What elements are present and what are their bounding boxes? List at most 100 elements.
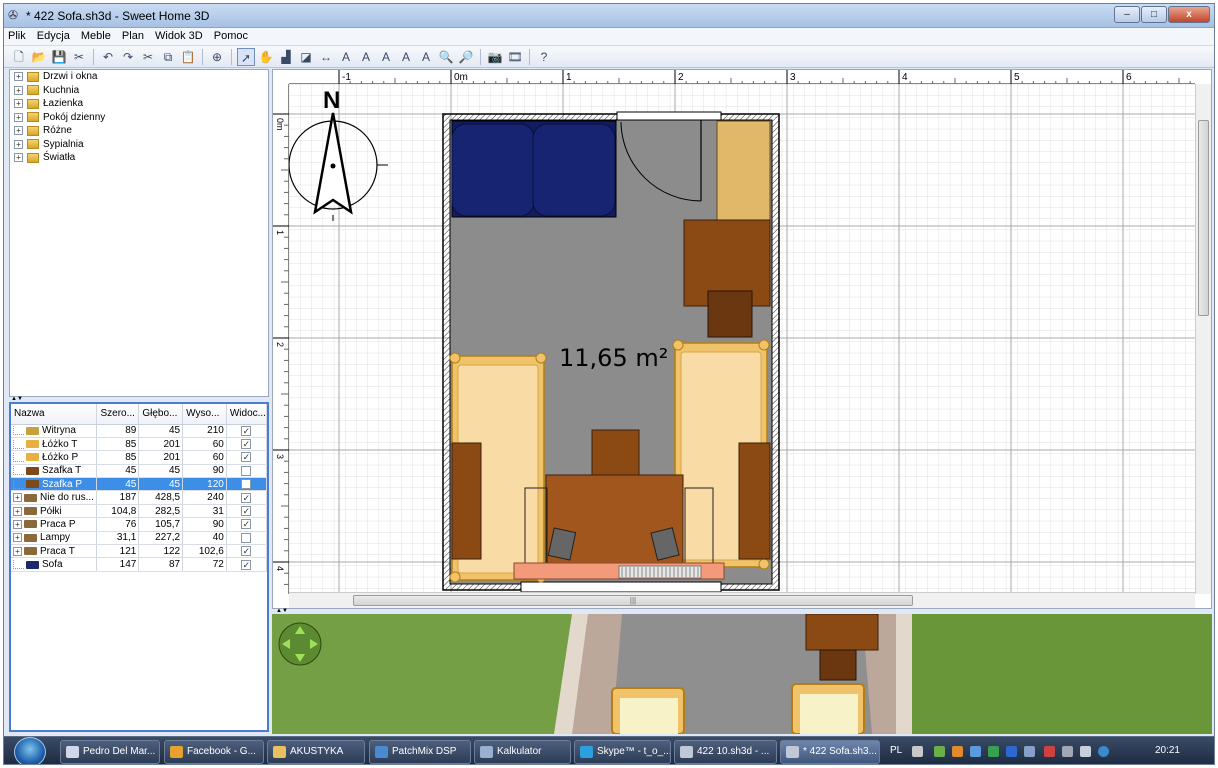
taskbar-button[interactable]: Skype™ - t_o_...: [574, 740, 671, 764]
shelf-right[interactable]: [738, 442, 771, 560]
visible-checkbox[interactable]: ✓: [241, 519, 252, 530]
expand-icon[interactable]: +: [13, 506, 22, 516]
chair-center[interactable]: [591, 429, 640, 477]
visible-checkbox[interactable]: [241, 479, 252, 490]
taskbar-button[interactable]: PatchMix DSP: [369, 740, 471, 764]
create-walls-icon[interactable]: ▟: [277, 48, 295, 66]
expand-icon[interactable]: +: [13, 546, 22, 556]
start-button[interactable]: [14, 737, 46, 764]
plan-vertical-scrollbar[interactable]: [1195, 84, 1211, 594]
create-rooms-icon[interactable]: ◪: [297, 48, 315, 66]
pan-hand-icon[interactable]: ✋: [257, 48, 275, 66]
window-bottom[interactable]: [520, 581, 722, 593]
video-icon[interactable]: 🎞: [506, 48, 524, 66]
navigation-arrows[interactable]: [278, 622, 322, 666]
sofa[interactable]: [451, 120, 617, 218]
title-bar[interactable]: ✇ * 422 Sofa.sh3d - Sweet Home 3D – □ x: [4, 4, 1214, 28]
catalog-category[interactable]: + Łazienka: [10, 97, 268, 111]
plan-horizontal-scrollbar[interactable]: |||: [289, 592, 1195, 608]
table-row[interactable]: Witryna 89 45 210 ✓: [11, 424, 268, 438]
table-row[interactable]: Szafka T 45 45 90: [11, 464, 268, 479]
catalog-category[interactable]: + Drzwi i okna: [10, 70, 268, 84]
tray-app-icon[interactable]: [970, 746, 981, 757]
paste-icon[interactable]: 📋: [179, 48, 197, 66]
clock[interactable]: 20:21: [1155, 740, 1180, 762]
visible-checkbox[interactable]: ✓: [241, 546, 252, 557]
column-header-visible[interactable]: Widoc...: [226, 404, 268, 425]
plan-view[interactable]: -1 0m 1 2 3 4 5 6 0m 1 2 3 4 N 11,65 m² …: [272, 69, 1212, 609]
expand-icon[interactable]: +: [14, 153, 23, 163]
visible-checkbox[interactable]: [241, 465, 252, 476]
visible-checkbox[interactable]: ✓: [241, 492, 252, 503]
action-center-icon[interactable]: [1044, 746, 1055, 757]
expand-icon[interactable]: +: [14, 72, 23, 82]
window-top[interactable]: [616, 111, 722, 121]
visible-checkbox[interactable]: [241, 532, 252, 543]
close-button[interactable]: x: [1168, 6, 1210, 23]
undo-icon[interactable]: ↶: [99, 48, 117, 66]
maximize-button[interactable]: □: [1141, 6, 1167, 23]
3d-view[interactable]: [272, 614, 1212, 734]
tray-app-icon[interactable]: [1024, 746, 1035, 757]
display-cabinet[interactable]: [716, 120, 771, 221]
shelf-left[interactable]: [451, 442, 482, 560]
keyboard-icon[interactable]: [912, 746, 923, 757]
expand-icon[interactable]: +: [13, 493, 22, 503]
plan-vertical-scroll-thumb[interactable]: [1198, 120, 1209, 316]
table-row[interactable]: Szafka P 45 45 120: [11, 477, 268, 492]
open-icon[interactable]: 📂: [30, 48, 48, 66]
table-row[interactable]: + Praca P 76 105,7 90 ✓: [11, 517, 268, 532]
catalog-category[interactable]: + Światła: [10, 151, 268, 165]
menu-meble[interactable]: Meble: [77, 28, 115, 42]
cut-icon[interactable]: ✂: [139, 48, 157, 66]
visible-checkbox[interactable]: ✓: [241, 452, 252, 463]
catalog-category[interactable]: + Różne: [10, 124, 268, 138]
language-indicator[interactable]: PL: [890, 740, 902, 762]
menu-pomoc[interactable]: Pomoc: [210, 28, 252, 42]
taskbar-button[interactable]: Facebook - G...: [164, 740, 264, 764]
menu-edycja[interactable]: Edycja: [33, 28, 74, 42]
expand-icon[interactable]: +: [14, 139, 23, 149]
save-icon[interactable]: 💾: [50, 48, 68, 66]
taskbar-button[interactable]: * 422 Sofa.sh3...: [780, 740, 880, 764]
plan-canvas[interactable]: N 11,65 m²: [289, 84, 1195, 594]
volume-icon[interactable]: [1080, 746, 1091, 757]
chair-right[interactable]: [707, 290, 753, 338]
photo-icon[interactable]: 📷: [486, 48, 504, 66]
zoom-in-icon[interactable]: 🔍: [437, 48, 455, 66]
copy-icon[interactable]: ⧉: [159, 48, 177, 66]
create-dimensions-icon[interactable]: ↔: [317, 48, 335, 66]
expand-icon[interactable]: +: [13, 533, 22, 543]
expand-icon[interactable]: +: [14, 85, 23, 95]
add-furniture-icon[interactable]: ⊕: [208, 48, 226, 66]
catalog-category[interactable]: + Pokój dzienny: [10, 111, 268, 125]
visible-checkbox[interactable]: ✓: [241, 439, 252, 450]
expand-icon[interactable]: +: [14, 126, 23, 136]
visible-checkbox[interactable]: ✓: [241, 506, 252, 517]
catalog-category[interactable]: + Kuchnia: [10, 84, 268, 98]
table-row[interactable]: + Nie do rus... 187 428,5 240 ✓: [11, 490, 268, 505]
taskbar-button[interactable]: Pedro Del Mar...: [60, 740, 160, 764]
zoom-out-icon[interactable]: 🔎: [457, 48, 475, 66]
expand-icon[interactable]: +: [14, 112, 23, 122]
help-icon[interactable]: ?: [535, 48, 553, 66]
table-row[interactable]: + Półki 104,8 282,5 31 ✓: [11, 504, 268, 519]
column-header-width[interactable]: Szero...: [96, 404, 140, 425]
tray-app-icon[interactable]: [952, 746, 963, 757]
cut-tool-icon[interactable]: ✂: [70, 48, 88, 66]
column-header-height[interactable]: Wyso...: [182, 404, 227, 425]
add-text-icon[interactable]: A: [337, 48, 355, 66]
redo-icon[interactable]: ↷: [119, 48, 137, 66]
visible-checkbox[interactable]: ✓: [241, 425, 252, 436]
taskbar-button[interactable]: AKUSTYKA: [267, 740, 365, 764]
text-italic-icon[interactable]: A: [377, 48, 395, 66]
catalog-category[interactable]: + Sypialnia: [10, 138, 268, 152]
new-file-icon[interactable]: 🗋: [10, 48, 28, 66]
tray-app-icon[interactable]: [1006, 746, 1017, 757]
text-style-icon[interactable]: A: [417, 48, 435, 66]
table-row[interactable]: Łóżko T 85 201 60 ✓: [11, 437, 268, 452]
menu-plan[interactable]: Plan: [118, 28, 148, 42]
table-row[interactable]: + Lampy 31,1 227,2 40: [11, 531, 268, 546]
table-row[interactable]: Sofa 147 87 72 ✓: [11, 557, 268, 572]
taskbar-button[interactable]: Kalkulator: [474, 740, 571, 764]
